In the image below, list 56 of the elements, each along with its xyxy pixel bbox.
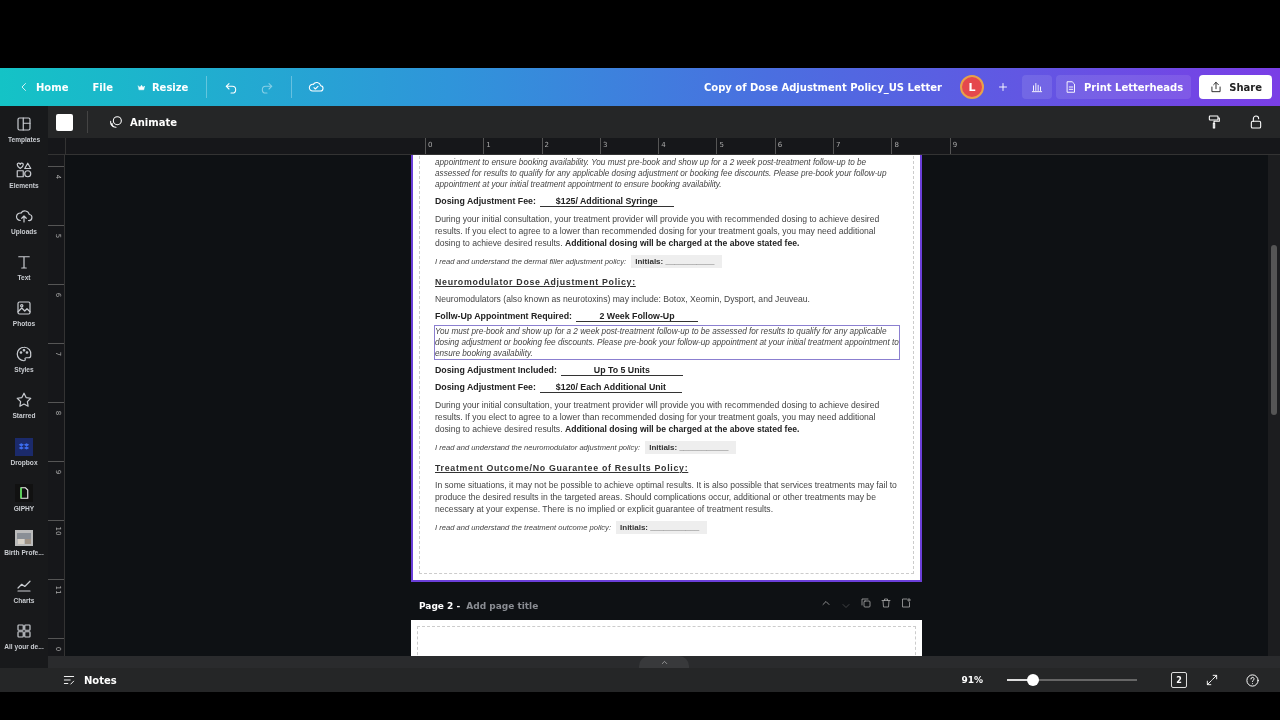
duplicate-icon [860,596,872,609]
paragraph: During your initial consultation, your treatment provider will provide you with recommended dosing to achieve desired results. If you elect to agree to a lower than recommended dosing for your treatment goals, you may need additional dosing to achieve desired results. Additional dosing will be charged at the above stated fee. [435,213,881,249]
field-label: Dosing Adjustment Fee: [435,196,536,206]
image-icon [15,299,33,318]
paint-roller-icon [1206,114,1222,130]
print-button[interactable]: Print Letterheads [1055,75,1192,99]
field-value: Up To 5 Units [560,365,683,376]
paragraph: In some situations, it may not be possible to achieve optimal results. It is also possible that services treatments may fail to produce the desired results in the targeted areas. Should complications occur, additional or other treatments may be necessary at your expense. There is no implied or explicit guarantee of treatment results. [435,479,898,515]
animate-icon [108,114,124,130]
trash-icon [880,596,892,609]
grid-icon [15,621,33,640]
crown-icon [136,82,146,92]
add-page-icon [900,596,912,609]
field-label: Dosing Adjustment Included: [435,365,557,375]
user-avatar[interactable]: L [959,75,984,99]
bar-chart-icon [1029,80,1044,94]
section-heading: Treatment Outcome/No Guarantee of Results Policy: [435,463,690,473]
initials-field[interactable]: Initials: ___________ [616,521,708,534]
italic-paragraph: appointment to ensure booking availability. You must pre-book and show up for a 2 week post-treatment follow-up to be assessed for results to qualify for any applicable dosing adjustment or booking fee discounts. Please pre-book your follow-up appointment at your initial treatment appointment to ensure booking availability. [435,157,888,190]
italic-paragraph: You must pre-book and show up for a 2 week post-treatment follow-up to be assessed for results to qualify for any applicable dosing adjustment or booking fee discounts. Please pre-book your follow-up appointment at your initial treatment appointment to ensure booking availability. [435,326,899,359]
page-count-button[interactable]: 2 [1171,672,1187,688]
giphy-icon [15,483,33,502]
star-icon [15,391,33,410]
field-value: $120/ Each Additional Unit [539,382,682,393]
scrollbar-thumb[interactable] [1271,245,1277,415]
animate-button[interactable]: Animate [102,113,184,131]
shapes-icon [15,161,33,180]
notes-icon [62,673,76,687]
initials-field[interactable]: Initials: ___________ [645,441,737,454]
expand-icon [1205,673,1219,687]
section-heading: Neuromodulator Dose Adjustment Policy: [435,277,637,287]
zoom-percentage[interactable]: 91% [961,675,983,685]
cloud-check-icon [308,79,325,95]
paragraph: Neuromodulators (also known as neurotoxins) may include: Botox, Xeomin, Dysport, and Jeuveau. [435,293,811,305]
share-button[interactable]: Share [1199,75,1272,99]
notes-button[interactable]: Notes [56,672,123,688]
templates-icon [15,115,33,133]
field-label: Dosing Adjustment Fee: [435,382,536,392]
slider-thumb[interactable] [1027,674,1039,686]
share-icon [1209,80,1224,94]
field-value: 2 Week Follow-Up [576,311,698,322]
field-value: $125/ Additional Syringe [539,196,674,207]
help-icon [1245,672,1260,688]
field-label: Follw-Up Appointment Required: [435,311,572,321]
palette-icon [15,345,33,364]
text-icon [15,253,33,272]
page-label: Page 2 - [419,601,461,611]
padlock-icon [1248,114,1264,130]
document-title[interactable]: Copy of Dose Adjustment Policy_US Letter [704,81,942,93]
document-page[interactable] [411,155,922,582]
color-swatch[interactable] [56,113,73,131]
initials-field[interactable]: Initials: ___________ [631,255,723,268]
insights-button[interactable] [1021,75,1052,99]
page-title-field[interactable]: Add page title [466,601,539,611]
dropbox-icon [15,437,33,456]
paragraph: During your initial consultation, your treatment provider will provide you with recommended dosing to achieve desired results. If you elect to agree to a lower than recommended dosing for your treatment goals, you may need additional dosing to achieve desired results. Additional dosing will be charged at the above stated fee. [435,399,881,435]
